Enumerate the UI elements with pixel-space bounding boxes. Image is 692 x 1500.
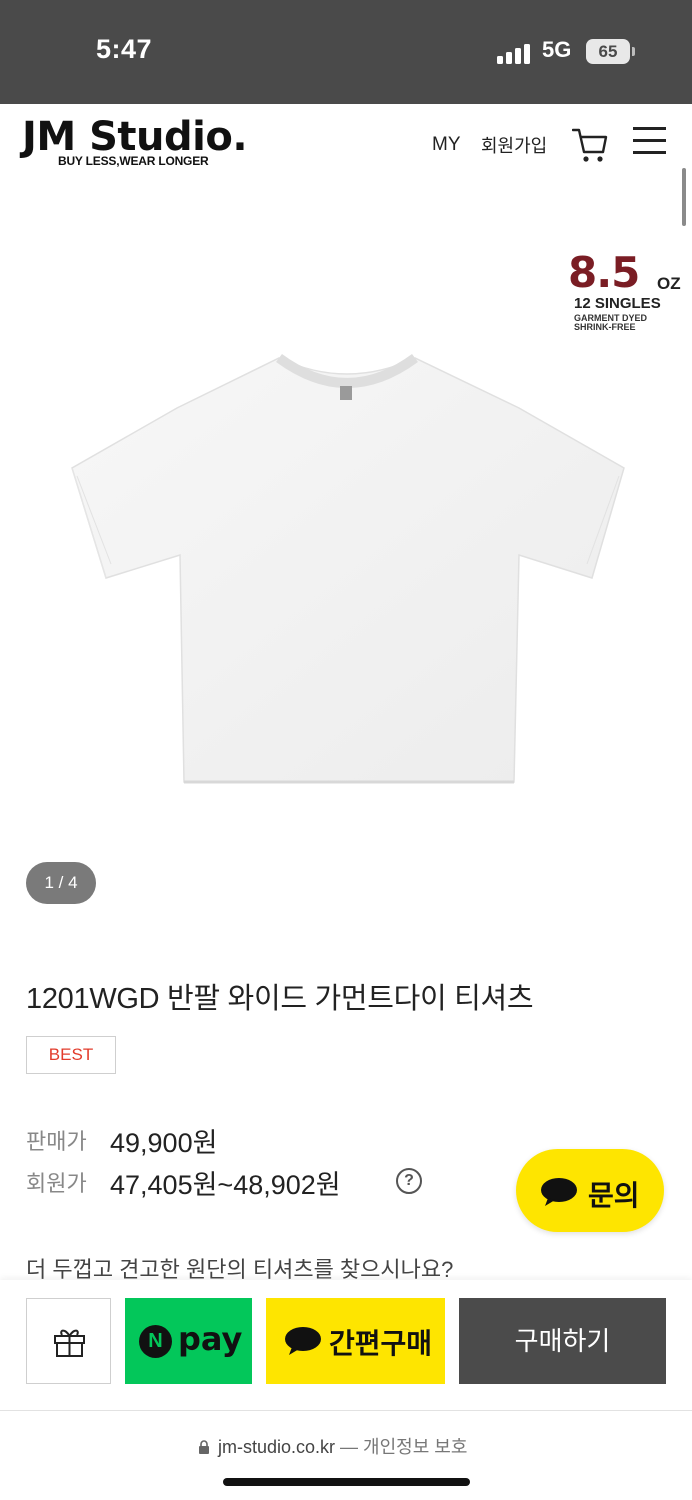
battery-icon: 65 [586, 39, 630, 64]
status-time: 5:47 [96, 34, 153, 64]
site-tagline: BUY LESS,WEAR LONGER [58, 154, 209, 168]
member-price-label: 회원가 [26, 1171, 87, 1196]
privacy-label: — 개인정보 보호 [340, 1437, 468, 1457]
chat-bubble-icon [285, 1327, 321, 1355]
naver-pay-label: pay [178, 1320, 243, 1358]
url-domain: jm-studio.co.kr [218, 1437, 336, 1457]
buy-button[interactable]: 구매하기 [459, 1298, 666, 1384]
browser-url-bar[interactable]: jm-studio.co.kr — 개인정보 보호 [0, 1410, 692, 1500]
sale-price-label: 판매가 [26, 1129, 87, 1154]
product-image-tshirt[interactable] [64, 350, 630, 790]
site-header: JM Studio. BUY LESS,WEAR LONGER MY 회원가입 [0, 104, 692, 190]
product-title: 1201WGD 반팔 와이드 가먼트다이 티셔츠 [26, 983, 534, 1015]
gift-icon [54, 1329, 85, 1357]
lock-icon [199, 1440, 209, 1454]
sale-price: 49,900원 [110, 1128, 218, 1158]
spec-unit: OZ [657, 274, 681, 293]
inquiry-label: 문의 [588, 1180, 640, 1211]
spec-singles: 12 SINGLES [574, 295, 661, 312]
inquiry-button[interactable]: 문의 [516, 1149, 664, 1232]
kakao-quick-buy-button[interactable]: 간편구매 [266, 1298, 445, 1384]
network-type: 5G [542, 37, 572, 62]
nav-my-link[interactable]: MY [432, 134, 461, 156]
sale-price-row: 판매가 49,900원 [26, 1124, 217, 1158]
member-price-row: 회원가 47,405원~48,902원 [26, 1166, 341, 1200]
chat-bubble-icon [541, 1178, 577, 1206]
nav-join-link[interactable]: 회원가입 [481, 132, 547, 158]
url-display[interactable]: jm-studio.co.kr — 개인정보 보호 [198, 1433, 467, 1459]
status-bar: 5:47 5G 65 [0, 0, 692, 104]
member-price: 47,405원~48,902원 [110, 1170, 341, 1200]
battery-tip [632, 47, 635, 56]
naver-n-icon: N [139, 1325, 172, 1358]
kakao-quick-buy-label: 간편구매 [329, 1328, 433, 1359]
signal-icon [497, 42, 533, 64]
image-pager: 1 / 4 [26, 862, 96, 904]
product-gallery[interactable]: 8.5 OZ 12 SINGLES GARMENT DYED SHRINK-FR… [0, 190, 692, 920]
cart-icon[interactable] [572, 126, 608, 164]
help-icon[interactable]: ? [396, 1168, 422, 1194]
naver-pay-button[interactable]: N pay [125, 1298, 252, 1384]
spec-shrink-line: SHRINK-FREE [574, 322, 636, 332]
spec-dyed: GARMENT DYED SHRINK-FREE [574, 314, 647, 332]
fabric-spec-badge: 8.5 OZ 12 SINGLES GARMENT DYED SHRINK-FR… [568, 252, 688, 332]
home-indicator[interactable] [223, 1478, 470, 1486]
best-badge: BEST [26, 1036, 116, 1074]
gift-button[interactable] [26, 1298, 111, 1384]
hamburger-menu-icon[interactable] [633, 127, 666, 155]
purchase-action-bar: N pay 간편구매 구매하기 [0, 1280, 692, 1410]
